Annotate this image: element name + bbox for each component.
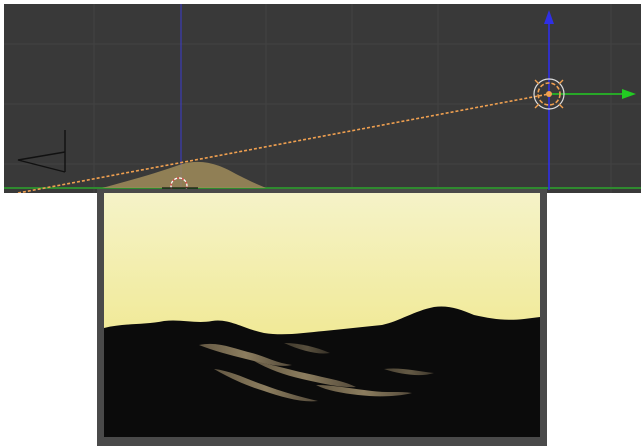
y-axis-arrow[interactable] (549, 89, 636, 99)
render-preview-frame (97, 189, 547, 446)
viewport-grid (4, 4, 641, 193)
viewport-canvas[interactable] (4, 4, 641, 193)
terrain-mesh[interactable] (102, 161, 266, 188)
camera-icon[interactable] (17, 130, 66, 173)
lamp-direction-line (17, 93, 550, 193)
z-axis-arrow[interactable] (544, 10, 554, 190)
3d-viewport[interactable] (4, 4, 641, 193)
render-preview-image (104, 193, 540, 437)
